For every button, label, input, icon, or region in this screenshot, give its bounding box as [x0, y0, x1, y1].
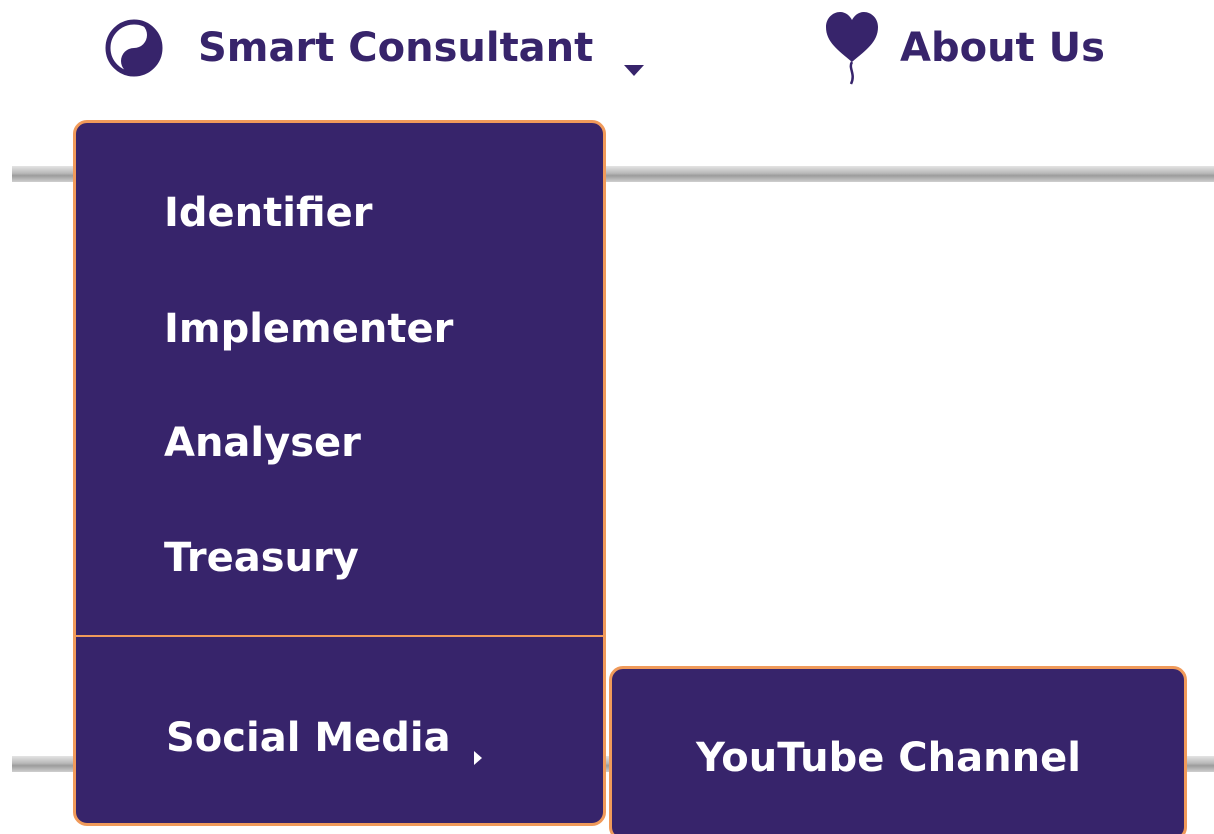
menu-item-analyser[interactable]: Analyser: [164, 420, 361, 466]
social-media-submenu: YouTube Channel: [609, 666, 1187, 834]
menu-item-youtube-channel[interactable]: YouTube Channel: [696, 735, 1081, 781]
consultant-dropdown-menu: Identifier Implementer Analyser Treasury…: [73, 120, 606, 826]
nav-smart-consultant[interactable]: Smart Consultant: [104, 18, 645, 78]
menu-divider: [76, 635, 603, 637]
chevron-down-icon: [623, 41, 645, 76]
menu-item-treasury[interactable]: Treasury: [164, 535, 359, 581]
menu-item-social-media-label: Social Media: [166, 715, 451, 761]
chevron-right-icon: [473, 730, 483, 765]
menu-item-identifier[interactable]: Identifier: [164, 190, 372, 236]
page: Smart Consultant About Us Identifier Imp…: [0, 0, 1214, 834]
nav-smart-consultant-label: Smart Consultant: [198, 25, 594, 71]
nav-about-us-label: About Us: [900, 25, 1105, 71]
menu-item-social-media[interactable]: Social Media: [166, 715, 483, 765]
heart-balloon-icon: [824, 10, 880, 86]
yin-yang-icon: [104, 18, 164, 78]
menu-item-implementer[interactable]: Implementer: [164, 306, 453, 352]
nav-about-us[interactable]: About Us: [824, 10, 1105, 86]
